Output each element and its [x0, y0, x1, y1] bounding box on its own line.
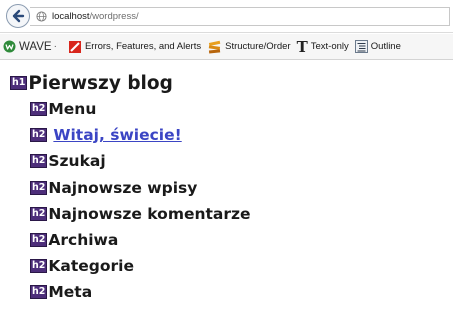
wave-toolbar: WAVE · Errors, Features, and Alerts Stru…	[0, 34, 453, 60]
outline-h2: h2 Szukaj	[30, 148, 251, 174]
h1-heading-text: Pierwszy blog	[28, 72, 173, 94]
h2-heading-text: Menu	[48, 100, 97, 119]
structure-order-button[interactable]: Structure/Order	[207, 40, 291, 54]
globe-icon	[36, 11, 47, 22]
outline-h1: h1 Pierwszy blog	[10, 70, 251, 96]
structure-icon	[208, 40, 221, 54]
url-field[interactable]: localhost/wordpress/	[30, 7, 450, 26]
wave-menu-separator: ·	[53, 41, 57, 52]
heading-outline: h1 Pierwszy blog h2 Menu h2 Witaj, świec…	[10, 70, 251, 306]
h2-list: h2 Menu h2 Witaj, świecie! h2 Szukaj h2 …	[30, 96, 251, 306]
h2-badge: h2	[30, 206, 48, 221]
h2-badge: h2	[30, 128, 48, 143]
structure-order-label: Structure/Order	[225, 41, 291, 52]
outline-label: Outline	[370, 41, 401, 52]
h2-badge: h2	[30, 180, 48, 195]
h2-heading-text: Kategorie	[48, 257, 134, 276]
url-path: /wordpress/	[89, 11, 139, 22]
wave-label: WAVE	[19, 40, 52, 53]
outline-icon	[354, 40, 368, 53]
back-button[interactable]	[6, 4, 30, 28]
h2-badge: h2	[30, 154, 48, 169]
text-only-button[interactable]: T Text-only	[297, 38, 349, 56]
outline-h2: h2 Najnowsze wpisy	[30, 175, 251, 201]
outline-h2: h2 Kategorie	[30, 253, 251, 279]
url-host: localhost	[52, 11, 90, 22]
errors-features-alerts-button[interactable]: Errors, Features, and Alerts	[68, 40, 201, 54]
h2-heading-text: Szukaj	[48, 152, 106, 171]
h2-heading-text: Najnowsze wpisy	[48, 178, 198, 197]
h2-badge: h2	[30, 102, 48, 117]
outline-h2: h2 Archiwa	[30, 227, 251, 253]
outline-h2: h2 Witaj, świecie!	[30, 122, 251, 148]
h2-badge: h2	[30, 233, 48, 248]
outline-h2: h2 Najnowsze komentarze	[30, 201, 251, 227]
text-only-label: Text-only	[310, 41, 349, 52]
text-only-icon: T	[296, 37, 308, 56]
h2-heading-text: Najnowsze komentarze	[48, 204, 251, 223]
outline-h2: h2 Meta	[30, 279, 251, 305]
wave-menu-button[interactable]: WAVE ·	[3, 40, 62, 53]
outline-button[interactable]: Outline	[354, 40, 401, 53]
errors-icon	[68, 40, 81, 53]
arrow-left-icon	[12, 9, 25, 23]
errors-features-alerts-label: Errors, Features, and Alerts	[84, 41, 202, 52]
wave-logo-icon	[3, 40, 16, 53]
h1-badge: h1	[10, 76, 28, 90]
h2-heading-text: Meta	[48, 283, 93, 302]
browser-address-bar: localhost/wordpress/	[0, 0, 453, 33]
outline-h2: h2 Menu	[30, 96, 251, 122]
h2-badge: h2	[30, 259, 48, 274]
h2-heading-link[interactable]: Witaj, świecie!	[53, 126, 181, 144]
h2-heading-text: Archiwa	[48, 231, 119, 250]
h2-badge: h2	[30, 285, 48, 300]
